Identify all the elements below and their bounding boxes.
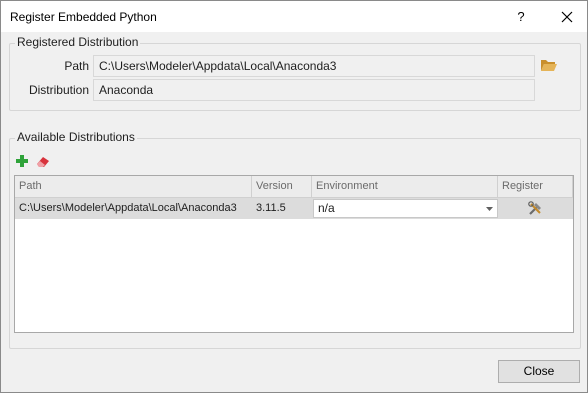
- chevron-down-icon: [486, 207, 493, 211]
- path-label: Path: [64, 59, 89, 73]
- title-bar: Register Embedded Python ?: [1, 1, 587, 32]
- distribution-label: Distribution: [28, 83, 89, 97]
- distribution-field: Anaconda: [93, 79, 535, 101]
- eraser-icon[interactable]: [35, 153, 51, 169]
- environment-dropdown[interactable]: n/a: [313, 199, 498, 218]
- register-python-dialog: Register Embedded Python ? Registered Di…: [0, 0, 588, 393]
- close-button[interactable]: Close: [498, 360, 580, 383]
- row-path: C:\Users\Modeler\Appdata\Local\Anaconda3: [19, 202, 237, 214]
- tools-icon[interactable]: [527, 200, 544, 217]
- column-header-version[interactable]: Version: [252, 176, 312, 198]
- column-header-path[interactable]: Path: [15, 176, 252, 198]
- environment-value: n/a: [318, 201, 335, 215]
- window-title: Register Embedded Python: [10, 10, 157, 24]
- available-distributions-title: Available Distributions: [15, 130, 137, 144]
- plus-icon[interactable]: [14, 153, 30, 169]
- table-row[interactable]: C:\Users\Modeler\Appdata\Local\Anaconda3…: [15, 198, 573, 219]
- row-version: 3.11.5: [256, 202, 286, 214]
- folder-icon[interactable]: [540, 57, 558, 73]
- column-header-environment[interactable]: Environment: [312, 176, 498, 198]
- distributions-table: Path Version Environment Register C:\Use…: [14, 175, 574, 333]
- help-button[interactable]: ?: [506, 5, 536, 29]
- path-field: C:\Users\Modeler\Appdata\Local\Anaconda3: [93, 55, 535, 77]
- column-header-register[interactable]: Register: [498, 176, 573, 198]
- registered-distribution-title: Registered Distribution: [15, 35, 141, 49]
- close-icon[interactable]: [552, 5, 582, 29]
